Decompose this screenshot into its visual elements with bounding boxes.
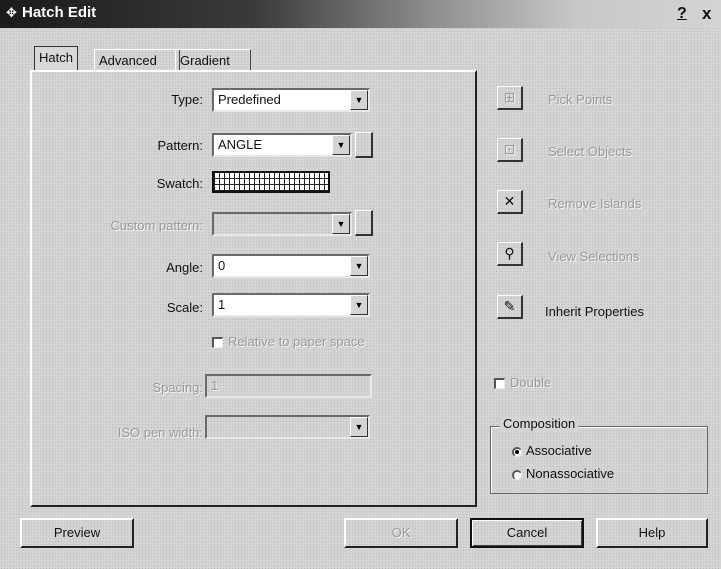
remove-islands-icon[interactable]: ✕ [497, 190, 523, 214]
pattern-value: ANGLE [218, 137, 263, 152]
chevron-down-icon[interactable]: ▼ [350, 295, 368, 315]
window-title: Hatch Edit [22, 4, 97, 21]
associative-radio[interactable] [512, 447, 522, 457]
nonassociative-radio[interactable] [512, 470, 522, 480]
inherit-properties-label[interactable]: Inherit Properties [545, 304, 644, 319]
view-selections-icon[interactable]: ⚲ [497, 242, 523, 266]
remove-islands-label[interactable]: Remove Islands [548, 196, 641, 211]
view-selections-label[interactable]: View Selections [548, 249, 640, 264]
swatch-preview[interactable] [212, 171, 330, 193]
swatch-label: Swatch: [156, 176, 203, 191]
spacing-label: Spacing: [152, 380, 203, 395]
angle-label: Angle: [166, 260, 203, 275]
help-icon[interactable]: ? [677, 5, 687, 23]
custom-pattern-browse-button[interactable] [355, 210, 373, 236]
close-icon[interactable]: x [702, 4, 711, 24]
cancel-button[interactable]: Cancel [470, 518, 584, 548]
type-value: Predefined [218, 92, 281, 107]
help-button[interactable]: Help [596, 518, 708, 548]
app-icon: ✥ [6, 5, 17, 20]
type-dropdown[interactable]: Predefined ▼ [212, 88, 370, 112]
pick-points-label[interactable]: Pick Points [548, 92, 612, 107]
iso-pen-width-label: ISO pen width: [117, 425, 203, 440]
chevron-down-icon[interactable]: ▼ [350, 417, 368, 437]
select-objects-icon[interactable]: ⊡ [497, 138, 523, 162]
scale-combobox[interactable]: 1 ▼ [212, 293, 370, 317]
tab-hatch[interactable]: Hatch [34, 46, 78, 72]
spacing-field[interactable]: 1 [205, 374, 372, 398]
double-checkbox[interactable] [494, 378, 505, 389]
pick-points-icon[interactable]: ⊞ [497, 86, 523, 110]
chevron-down-icon[interactable]: ▼ [350, 90, 368, 110]
composition-group [490, 426, 708, 494]
chevron-down-icon[interactable]: ▼ [332, 214, 350, 234]
tab-gradient[interactable]: Gradient [175, 49, 251, 72]
pattern-dropdown[interactable]: ANGLE ▼ [212, 133, 352, 157]
composition-title: Composition [500, 416, 579, 431]
preview-button[interactable]: Preview [20, 518, 134, 548]
double-label: Double [510, 375, 552, 390]
chevron-down-icon[interactable]: ▼ [350, 256, 368, 276]
angle-combobox[interactable]: 0 ▼ [212, 254, 370, 278]
custom-pattern-dropdown[interactable]: ▼ [212, 212, 352, 236]
angle-value: 0 [218, 258, 226, 273]
scale-label: Scale: [166, 300, 203, 315]
pattern-label: Pattern: [157, 138, 203, 153]
relative-paper-space-checkbox[interactable] [212, 337, 223, 348]
tab-advanced[interactable]: Advanced [94, 49, 180, 72]
chevron-down-icon[interactable]: ▼ [332, 135, 350, 155]
ok-button[interactable]: OK [344, 518, 458, 548]
iso-pen-width-dropdown[interactable]: ▼ [205, 415, 370, 439]
title-bar[interactable] [0, 0, 721, 28]
nonassociative-label[interactable]: Nonassociative [526, 466, 614, 481]
relative-paper-space-label: Relative to paper space [228, 334, 365, 349]
spacing-value: 1 [211, 378, 219, 393]
inherit-properties-icon[interactable]: ✎ [497, 295, 523, 319]
associative-label[interactable]: Associative [526, 443, 592, 458]
pattern-browse-button[interactable] [355, 132, 373, 158]
select-objects-label[interactable]: Select Objects [548, 144, 632, 159]
custom-pattern-label: Custom pattern: [110, 218, 204, 233]
type-label: Type: [171, 92, 203, 107]
scale-value: 1 [218, 297, 226, 312]
